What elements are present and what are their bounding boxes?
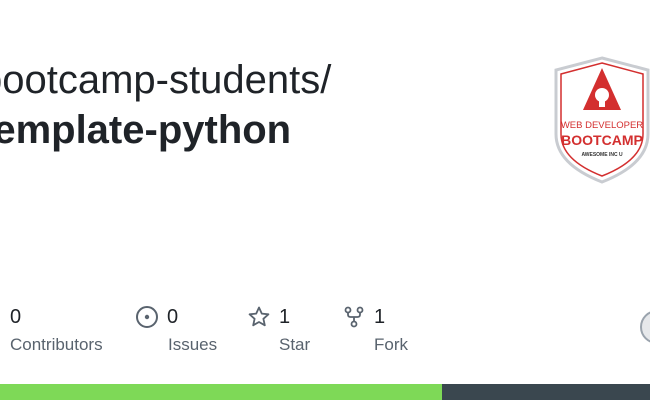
- stat-star[interactable]: 1 Star: [247, 304, 310, 355]
- owner-avatar[interactable]: [640, 310, 650, 344]
- star-label: Star: [279, 335, 311, 354]
- logo-text-line3: AWESOME INC U: [581, 152, 623, 158]
- fork-icon: [342, 305, 366, 329]
- stat-issues[interactable]: 0 Issues: [135, 304, 217, 355]
- fork-count: 1: [374, 305, 386, 328]
- contributors-label: Contributors: [10, 335, 103, 354]
- bootcamp-logo: WEB DEVELOPER BOOTCAMP AWESOME INC U: [552, 56, 650, 186]
- stat-contributors[interactable]: 0 Contributors: [10, 304, 103, 355]
- contributors-count: 0: [10, 305, 22, 328]
- language-bar: [0, 384, 650, 400]
- star-icon: [247, 305, 271, 329]
- language-bar-segment: [0, 384, 442, 400]
- issues-count: 0: [167, 305, 179, 328]
- issue-circle-icon: [135, 305, 159, 329]
- language-bar-segment: [442, 384, 650, 400]
- issues-label: Issues: [168, 335, 218, 354]
- repo-name-title: template-python: [0, 108, 292, 152]
- repo-owner-title: bootcamp-students/: [0, 58, 332, 102]
- stat-fork[interactable]: 1 Fork: [342, 304, 408, 355]
- logo-text-line1: WEB DEVELOPER: [561, 120, 643, 131]
- logo-text-line2: BOOTCAMP: [561, 132, 643, 148]
- star-count: 1: [279, 305, 291, 328]
- fork-label: Fork: [374, 335, 408, 354]
